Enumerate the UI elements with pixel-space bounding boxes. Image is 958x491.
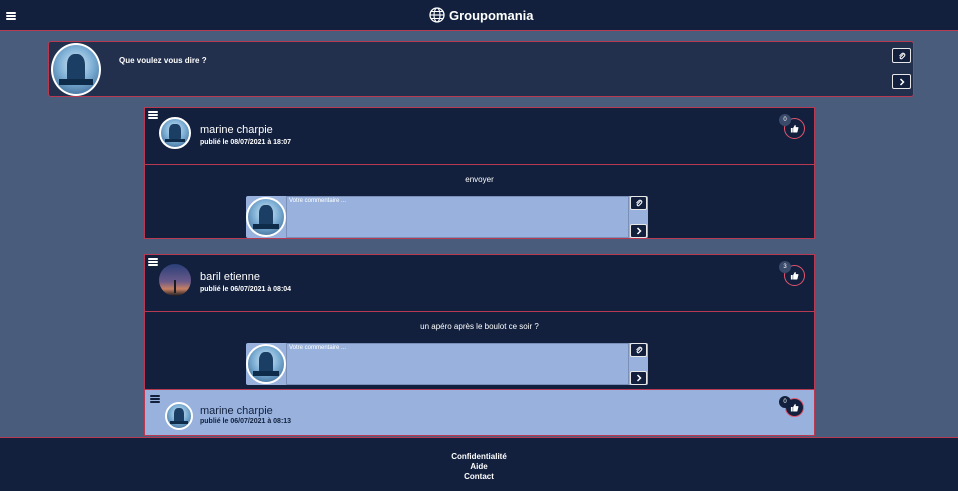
comment-input[interactable] <box>286 196 629 238</box>
post-menu-icon[interactable] <box>148 111 158 119</box>
comment-form <box>246 196 648 238</box>
comment-form <box>246 343 648 385</box>
paperclip-icon <box>635 199 642 207</box>
attach-file-button[interactable] <box>892 48 911 63</box>
brand[interactable]: Groupomania <box>429 7 534 23</box>
like-count: 3 <box>779 261 791 273</box>
post-header: baril etienne publié le 06/07/2021 à 08:… <box>144 254 815 312</box>
post-header: marine charpie publié le 08/07/2021 à 18… <box>144 107 815 165</box>
chevron-right-icon <box>636 374 642 382</box>
post-body: un apéro après le boulot ce soir ? <box>144 312 815 390</box>
post-date: publié le 08/07/2021 à 18:07 <box>200 139 292 146</box>
send-post-button[interactable] <box>892 74 911 89</box>
post-menu-icon[interactable] <box>148 258 158 266</box>
footer: Confidentialité Aide Contact <box>0 437 958 491</box>
comment-author-avatar <box>165 402 193 430</box>
menu-icon[interactable] <box>6 12 16 20</box>
footer-link-help[interactable]: Aide <box>0 462 958 472</box>
chevron-right-icon <box>636 227 642 235</box>
brand-name: Groupomania <box>449 7 534 23</box>
send-comment-button[interactable] <box>630 371 647 385</box>
globe-icon <box>429 7 445 23</box>
avatar <box>246 197 286 237</box>
author-avatar <box>159 264 191 296</box>
post-author: baril etienne <box>200 271 260 283</box>
footer-link-contact[interactable]: Contact <box>0 472 958 482</box>
post-author: marine charpie <box>200 124 273 136</box>
post-body: envoyer <box>144 165 815 239</box>
paperclip-icon <box>635 346 642 354</box>
thumbs-up-icon <box>790 271 799 280</box>
comment-item: marine charpie publié le 06/07/2021 à 08… <box>144 390 815 436</box>
comment-input[interactable] <box>286 343 629 385</box>
comment-date: publié le 06/07/2021 à 08:13 <box>200 418 292 425</box>
top-navbar: Groupomania <box>0 0 958 31</box>
author-avatar <box>159 117 191 149</box>
chevron-right-icon <box>899 77 905 86</box>
paperclip-icon <box>898 52 905 59</box>
comment-menu-icon[interactable] <box>150 395 160 403</box>
comment-like-count: 0 <box>779 396 791 408</box>
like-count: 0 <box>779 114 791 126</box>
attach-file-button[interactable] <box>630 196 647 210</box>
new-post-composer: Que voulez vous dire ? <box>48 41 914 97</box>
attach-file-button[interactable] <box>630 343 647 357</box>
thumbs-up-icon <box>790 403 799 412</box>
post-date: publié le 06/07/2021 à 08:04 <box>200 286 292 293</box>
comment-author: marine charpie <box>200 405 273 417</box>
avatar <box>51 43 101 96</box>
post-text: un apéro après le boulot ce soir ? <box>420 322 539 331</box>
footer-link-privacy[interactable]: Confidentialité <box>0 452 958 462</box>
send-comment-button[interactable] <box>630 224 647 238</box>
post-prompt[interactable]: Que voulez vous dire ? <box>119 56 207 65</box>
avatar <box>246 344 286 384</box>
post-text: envoyer <box>465 175 494 184</box>
thumbs-up-icon <box>790 124 799 133</box>
